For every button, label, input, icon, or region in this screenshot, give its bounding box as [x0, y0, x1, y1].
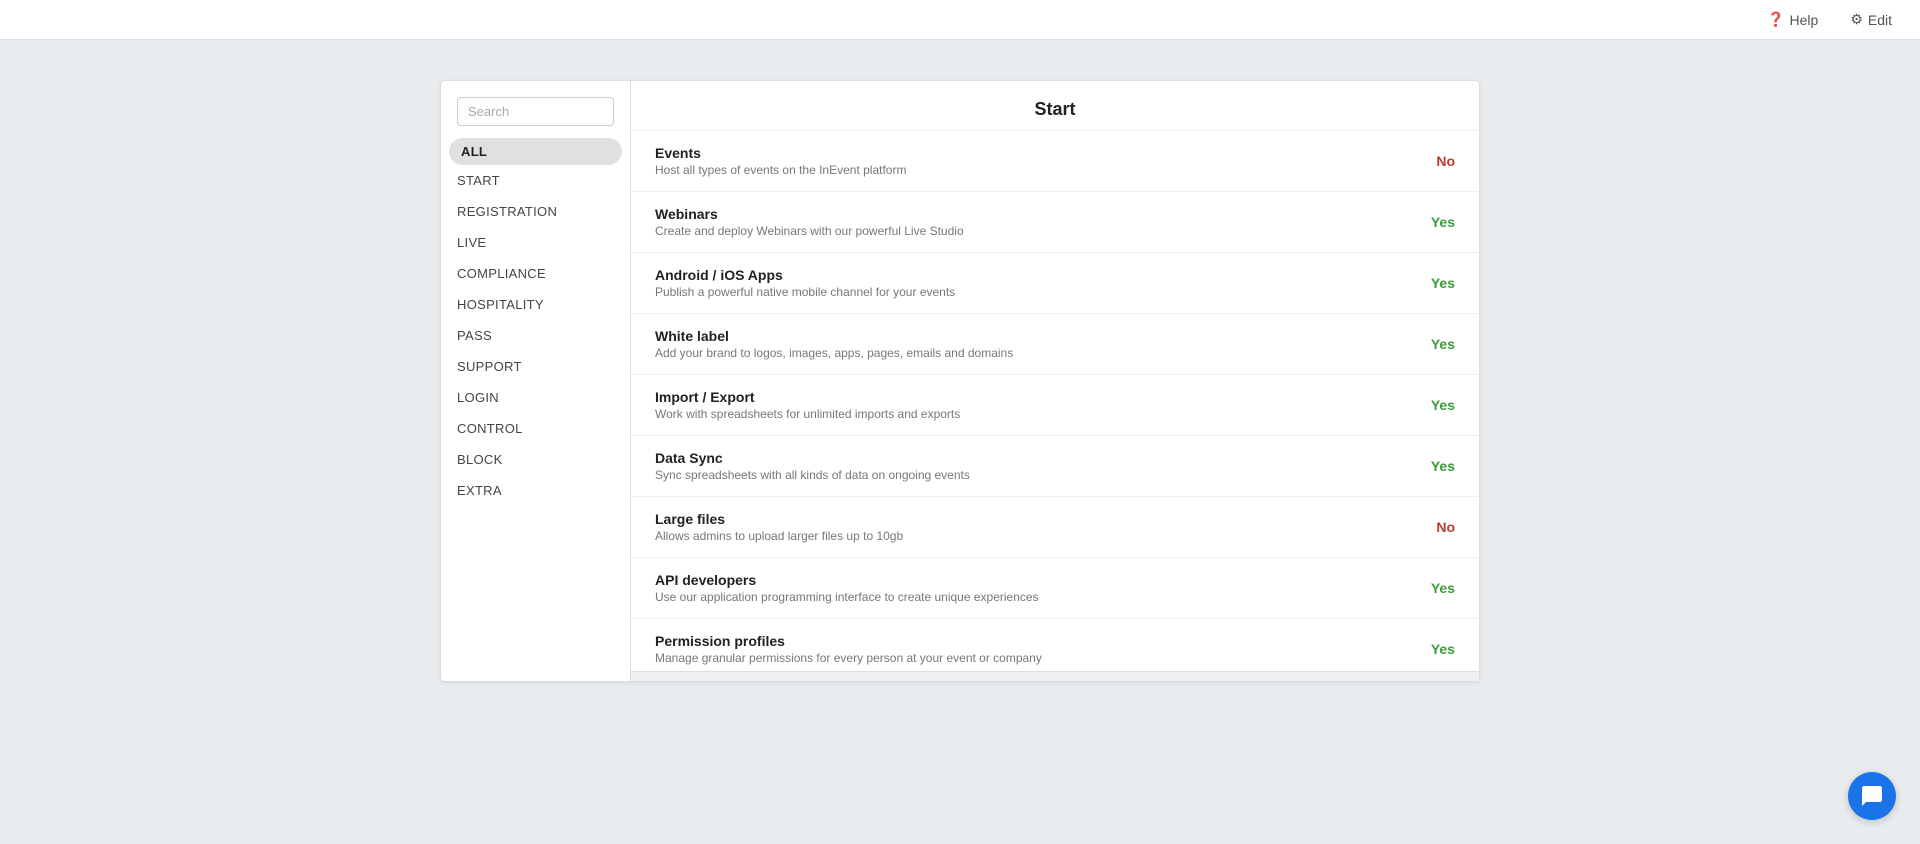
horizontal-scrollbar[interactable] — [631, 671, 1479, 681]
table-row: Android / iOS Apps Publish a powerful nat… — [631, 253, 1479, 314]
feature-status: Yes — [1415, 275, 1455, 291]
feature-name: Large files — [655, 511, 1415, 527]
feature-name: Import / Export — [655, 389, 1415, 405]
sidebar-item-live[interactable]: LIVE — [441, 227, 630, 258]
sidebar-item-block[interactable]: BLOCK — [441, 444, 630, 475]
feature-info: API developers Use our application progra… — [655, 572, 1415, 604]
gear-icon: ⚙ — [1850, 11, 1863, 28]
feature-info: Large files Allows admins to upload large… — [655, 511, 1415, 543]
feature-status: Yes — [1415, 641, 1455, 657]
search-wrapper — [441, 97, 630, 138]
content-scroll[interactable]: Events Host all types of events on the In… — [631, 131, 1479, 671]
main-container: ALLSTARTREGISTRATIONLIVECOMPLIANCEHOSPIT… — [0, 40, 1920, 722]
sidebar-item-start[interactable]: START — [441, 165, 630, 196]
table-row: API developers Use our application progra… — [631, 558, 1479, 619]
feature-list: Events Host all types of events on the In… — [631, 131, 1479, 671]
table-row: Webinars Create and deploy Webinars with … — [631, 192, 1479, 253]
feature-info: Webinars Create and deploy Webinars with … — [655, 206, 1415, 238]
sidebar-item-support[interactable]: SUPPORT — [441, 351, 630, 382]
nav-list: ALLSTARTREGISTRATIONLIVECOMPLIANCEHOSPIT… — [441, 138, 630, 506]
sidebar-item-login[interactable]: LOGIN — [441, 382, 630, 413]
feature-status: Yes — [1415, 214, 1455, 230]
feature-name: Permission profiles — [655, 633, 1415, 649]
sidebar-item-pass[interactable]: PASS — [441, 320, 630, 351]
chat-icon — [1860, 784, 1884, 808]
search-input[interactable] — [457, 97, 614, 126]
sidebar-item-all[interactable]: ALL — [449, 138, 622, 165]
feature-name: Data Sync — [655, 450, 1415, 466]
feature-name: Webinars — [655, 206, 1415, 222]
feature-name: API developers — [655, 572, 1415, 588]
feature-desc: Add your brand to logos, images, apps, p… — [655, 346, 1415, 360]
feature-info: Import / Export Work with spreadsheets fo… — [655, 389, 1415, 421]
chat-bubble-button[interactable] — [1848, 772, 1896, 820]
edit-label: Edit — [1868, 12, 1892, 28]
feature-desc: Sync spreadsheets with all kinds of data… — [655, 468, 1415, 482]
feature-desc: Allows admins to upload larger files up … — [655, 529, 1415, 543]
panel: ALLSTARTREGISTRATIONLIVECOMPLIANCEHOSPIT… — [440, 80, 1480, 682]
help-label: Help — [1790, 12, 1819, 28]
feature-info: White label Add your brand to logos, imag… — [655, 328, 1415, 360]
feature-name: Android / iOS Apps — [655, 267, 1415, 283]
table-row: Permission profiles Manage granular permi… — [631, 619, 1479, 671]
feature-name: White label — [655, 328, 1415, 344]
edit-button[interactable]: ⚙ Edit — [1842, 7, 1900, 32]
feature-desc: Create and deploy Webinars with our powe… — [655, 224, 1415, 238]
help-icon: ❓ — [1767, 11, 1784, 28]
feature-info: Data Sync Sync spreadsheets with all kind… — [655, 450, 1415, 482]
table-row: Import / Export Work with spreadsheets fo… — [631, 375, 1479, 436]
feature-status: Yes — [1415, 336, 1455, 352]
sidebar-item-registration[interactable]: REGISTRATION — [441, 196, 630, 227]
feature-desc: Manage granular permissions for every pe… — [655, 651, 1415, 665]
table-row: Data Sync Sync spreadsheets with all kind… — [631, 436, 1479, 497]
feature-desc: Use our application programming interfac… — [655, 590, 1415, 604]
feature-name: Events — [655, 145, 1415, 161]
sidebar: ALLSTARTREGISTRATIONLIVECOMPLIANCEHOSPIT… — [441, 81, 631, 681]
feature-desc: Publish a powerful native mobile channel… — [655, 285, 1415, 299]
table-row: Large files Allows admins to upload large… — [631, 497, 1479, 558]
feature-status: No — [1415, 153, 1455, 169]
feature-status: Yes — [1415, 397, 1455, 413]
top-bar: ❓ Help ⚙ Edit — [0, 0, 1920, 40]
feature-status: Yes — [1415, 580, 1455, 596]
feature-info: Events Host all types of events on the In… — [655, 145, 1415, 177]
feature-desc: Work with spreadsheets for unlimited imp… — [655, 407, 1415, 421]
feature-info: Permission profiles Manage granular permi… — [655, 633, 1415, 665]
feature-desc: Host all types of events on the InEvent … — [655, 163, 1415, 177]
feature-status: Yes — [1415, 458, 1455, 474]
feature-info: Android / iOS Apps Publish a powerful nat… — [655, 267, 1415, 299]
content-panel: Start Events Host all types of events on … — [631, 81, 1479, 681]
table-row: Events Host all types of events on the In… — [631, 131, 1479, 192]
table-row: White label Add your brand to logos, imag… — [631, 314, 1479, 375]
sidebar-item-control[interactable]: CONTROL — [441, 413, 630, 444]
sidebar-item-compliance[interactable]: COMPLIANCE — [441, 258, 630, 289]
sidebar-item-extra[interactable]: EXTRA — [441, 475, 630, 506]
content-title: Start — [631, 81, 1479, 131]
feature-status: No — [1415, 519, 1455, 535]
help-button[interactable]: ❓ Help — [1759, 7, 1826, 32]
sidebar-item-hospitality[interactable]: HOSPITALITY — [441, 289, 630, 320]
